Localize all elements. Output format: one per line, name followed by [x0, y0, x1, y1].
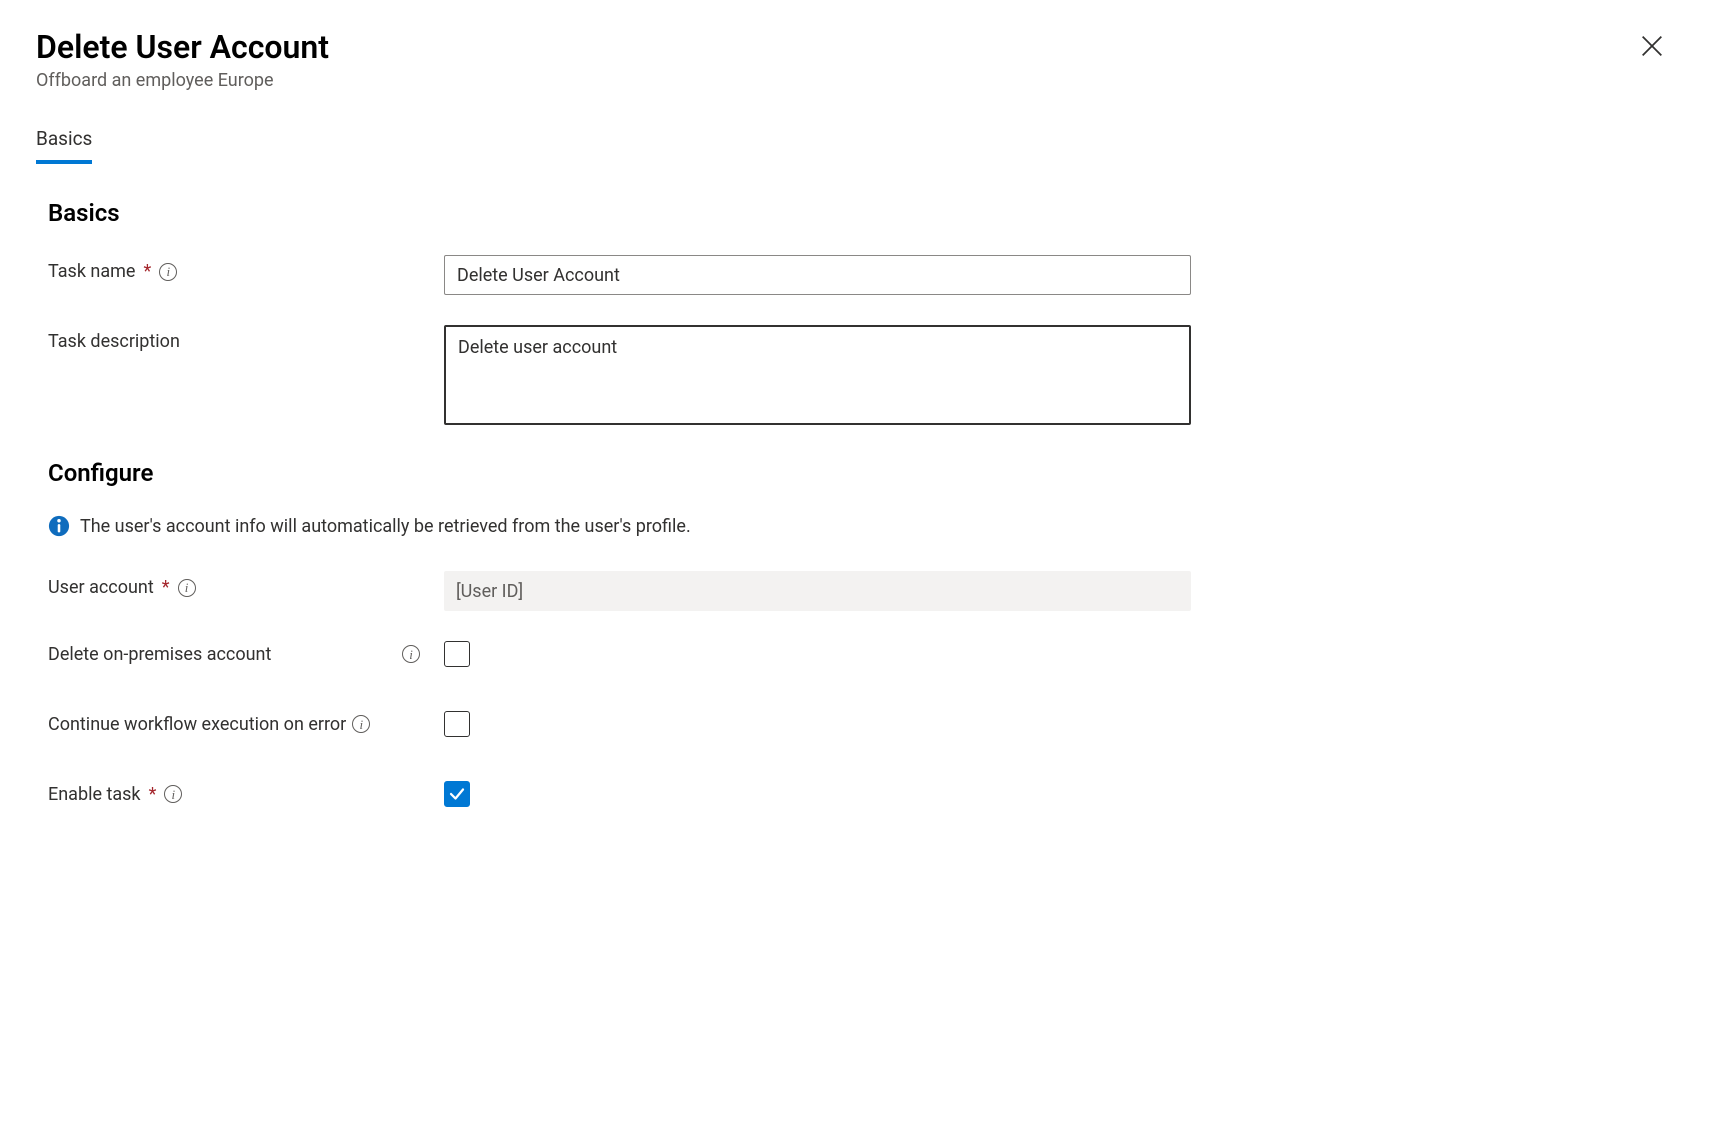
row-task-name: Task name *	[48, 255, 1191, 295]
row-enable-task: Enable task *	[48, 781, 1191, 807]
check-icon	[448, 785, 466, 803]
task-name-input[interactable]	[444, 255, 1191, 295]
label-enable-task-text: Enable task	[48, 784, 141, 805]
label-task-name-text: Task name	[48, 261, 135, 282]
enable-task-checkbox[interactable]	[444, 781, 470, 807]
info-icon[interactable]	[352, 715, 370, 733]
form-configure: The user's account info will automatical…	[36, 515, 1191, 807]
user-account-readonly: [User ID]	[444, 571, 1191, 611]
row-delete-on-prem: Delete on-premises account	[48, 641, 1191, 667]
page-title: Delete User Account	[36, 28, 1674, 66]
section-heading-configure: Configure	[36, 459, 1674, 487]
info-icon[interactable]	[178, 579, 196, 597]
task-panel: Delete User Account Offboard an employee…	[0, 0, 1710, 879]
form-basics: Task name * Task description	[36, 255, 1191, 429]
label-delete-on-prem: Delete on-premises account	[48, 644, 444, 665]
row-task-description: Task description	[48, 325, 1191, 429]
label-enable-task: Enable task *	[48, 784, 444, 805]
label-task-description: Task description	[48, 325, 444, 352]
close-icon	[1638, 32, 1666, 60]
tab-bar: Basics	[36, 127, 1674, 165]
section-heading-basics: Basics	[36, 199, 1674, 227]
required-marker: *	[149, 784, 157, 805]
label-task-description-text: Task description	[48, 331, 180, 352]
tab-basics[interactable]: Basics	[36, 127, 92, 164]
label-task-name: Task name *	[48, 255, 444, 282]
info-icon[interactable]	[402, 645, 420, 663]
page-subtitle: Offboard an employee Europe	[36, 70, 1674, 91]
delete-on-prem-checkbox[interactable]	[444, 641, 470, 667]
info-banner-text: The user's account info will automatical…	[80, 516, 691, 537]
required-marker: *	[162, 577, 170, 598]
label-user-account-text: User account	[48, 577, 154, 598]
info-icon[interactable]	[164, 785, 182, 803]
info-icon[interactable]	[159, 263, 177, 281]
label-continue-on-error: Continue workflow execution on error	[48, 714, 444, 735]
continue-on-error-checkbox[interactable]	[444, 711, 470, 737]
close-button[interactable]	[1638, 32, 1666, 60]
label-delete-on-prem-text: Delete on-premises account	[48, 644, 271, 665]
label-user-account: User account *	[48, 571, 444, 598]
row-user-account: User account * [User ID]	[48, 571, 1191, 611]
info-banner: The user's account info will automatical…	[48, 515, 1191, 537]
row-continue-on-error: Continue workflow execution on error	[48, 711, 1191, 737]
task-description-input[interactable]	[444, 325, 1191, 425]
required-marker: *	[143, 261, 151, 282]
label-continue-on-error-text: Continue workflow execution on error	[48, 714, 346, 735]
info-filled-icon	[48, 515, 70, 537]
